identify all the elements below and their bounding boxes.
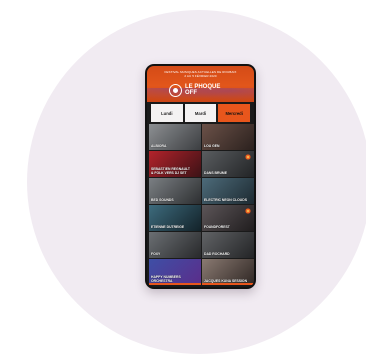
festival-header: FESTIVAL MUSIQUES ACTUELLES DE ROUBAIX 2… — [147, 66, 254, 102]
tab-lundi[interactable]: Lundi — [151, 104, 183, 122]
artist-card[interactable]: DANS BRUME — [202, 151, 254, 177]
artist-card[interactable]: LOU GEN — [202, 124, 254, 150]
artist-card[interactable]: ALBIORA — [149, 124, 201, 150]
artist-grid: ALBIORA LOU GEN SEBASTIEN REGNAULT & FOL… — [149, 124, 254, 287]
accent-bar — [202, 283, 254, 285]
artist-name: DAD ROCHARD — [204, 252, 230, 257]
tab-mercredi[interactable]: Mercredi — [218, 104, 251, 122]
accent-bar — [149, 283, 201, 285]
artist-name: ALBIORA — [151, 144, 167, 149]
flower-icon — [245, 208, 251, 214]
artist-name: SEBASTIEN REGNAULT & FOLK VERS DJ SET — [151, 167, 190, 176]
day-tabs: Lundi Mardi Mercredi — [150, 104, 251, 122]
artist-card[interactable]: SEBASTIEN REGNAULT & FOLK VERS DJ SET — [149, 151, 201, 177]
artist-card[interactable]: JACQUES KUNA SESSION — [202, 259, 254, 285]
artist-name: FOUNDFOREST — [204, 225, 230, 230]
artist-name: ELECTRIC NEON CLOUDS — [204, 198, 247, 203]
artist-name: LOU GEN — [204, 144, 220, 149]
artist-name: ETIENNE DUTREIGE — [151, 225, 185, 230]
artist-card[interactable]: ETIENNE DUTREIGE — [149, 205, 201, 231]
seal-logo-icon — [169, 83, 182, 97]
artist-card[interactable]: FOXY — [149, 232, 201, 258]
artist-card[interactable]: ELECTRIC NEON CLOUDS — [202, 178, 254, 204]
artist-name: FOXY — [151, 252, 161, 257]
flower-icon — [245, 154, 251, 160]
festival-logo: LE PHOQUE OFF — [169, 82, 220, 98]
phone-frame: FESTIVAL MUSIQUES ACTUELLES DE ROUBAIX 2… — [145, 64, 256, 289]
festival-dates: 2 AU 5 FÉVRIER 2020 — [184, 74, 217, 78]
tab-mardi[interactable]: Mardi — [184, 104, 217, 122]
app-screen: FESTIVAL MUSIQUES ACTUELLES DE ROUBAIX 2… — [147, 66, 254, 287]
artist-name: BED SOUNDS — [151, 198, 174, 203]
artist-card[interactable]: HAPPY NUMBERS ORCHESTRA — [149, 259, 201, 285]
artist-name: DANS BRUME — [204, 171, 227, 176]
artist-card[interactable]: DAD ROCHARD — [202, 232, 254, 258]
logo-text-off: OFF — [185, 90, 197, 96]
artist-card[interactable]: FOUNDFOREST — [202, 205, 254, 231]
artist-card[interactable]: BED SOUNDS — [149, 178, 201, 204]
